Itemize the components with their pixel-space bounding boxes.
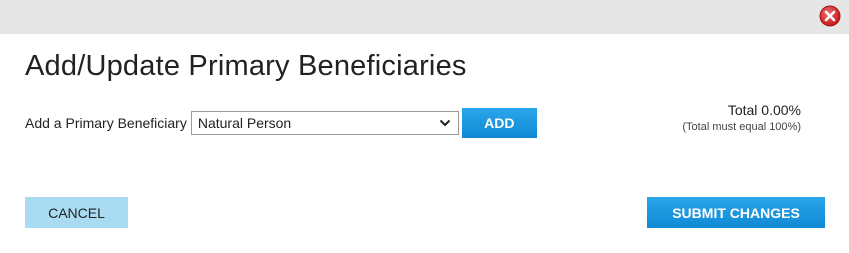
add-beneficiary-row: Add a Primary Beneficiary Natural Person… [25,108,537,138]
close-x-icon [819,5,841,27]
beneficiary-dialog: Add/Update Primary Beneficiaries Add a P… [0,0,849,253]
dialog-title: Add/Update Primary Beneficiaries [25,50,467,82]
total-percentage: Total 0.00% [727,102,801,118]
cancel-button[interactable]: CANCEL [25,197,128,228]
add-button[interactable]: ADD [461,108,537,138]
total-hint: (Total must equal 100%) [682,121,801,133]
close-button[interactable] [819,5,841,27]
add-beneficiary-label: Add a Primary Beneficiary [25,115,187,131]
submit-changes-button[interactable]: SUBMIT CHANGES [647,197,825,228]
total-summary: Total 0.00% (Total must equal 100%) [682,102,801,133]
beneficiary-type-select[interactable]: Natural Person [190,111,459,135]
beneficiary-type-value: Natural Person [197,115,292,131]
chevron-down-icon [439,119,451,127]
dialog-titlebar [0,0,849,34]
